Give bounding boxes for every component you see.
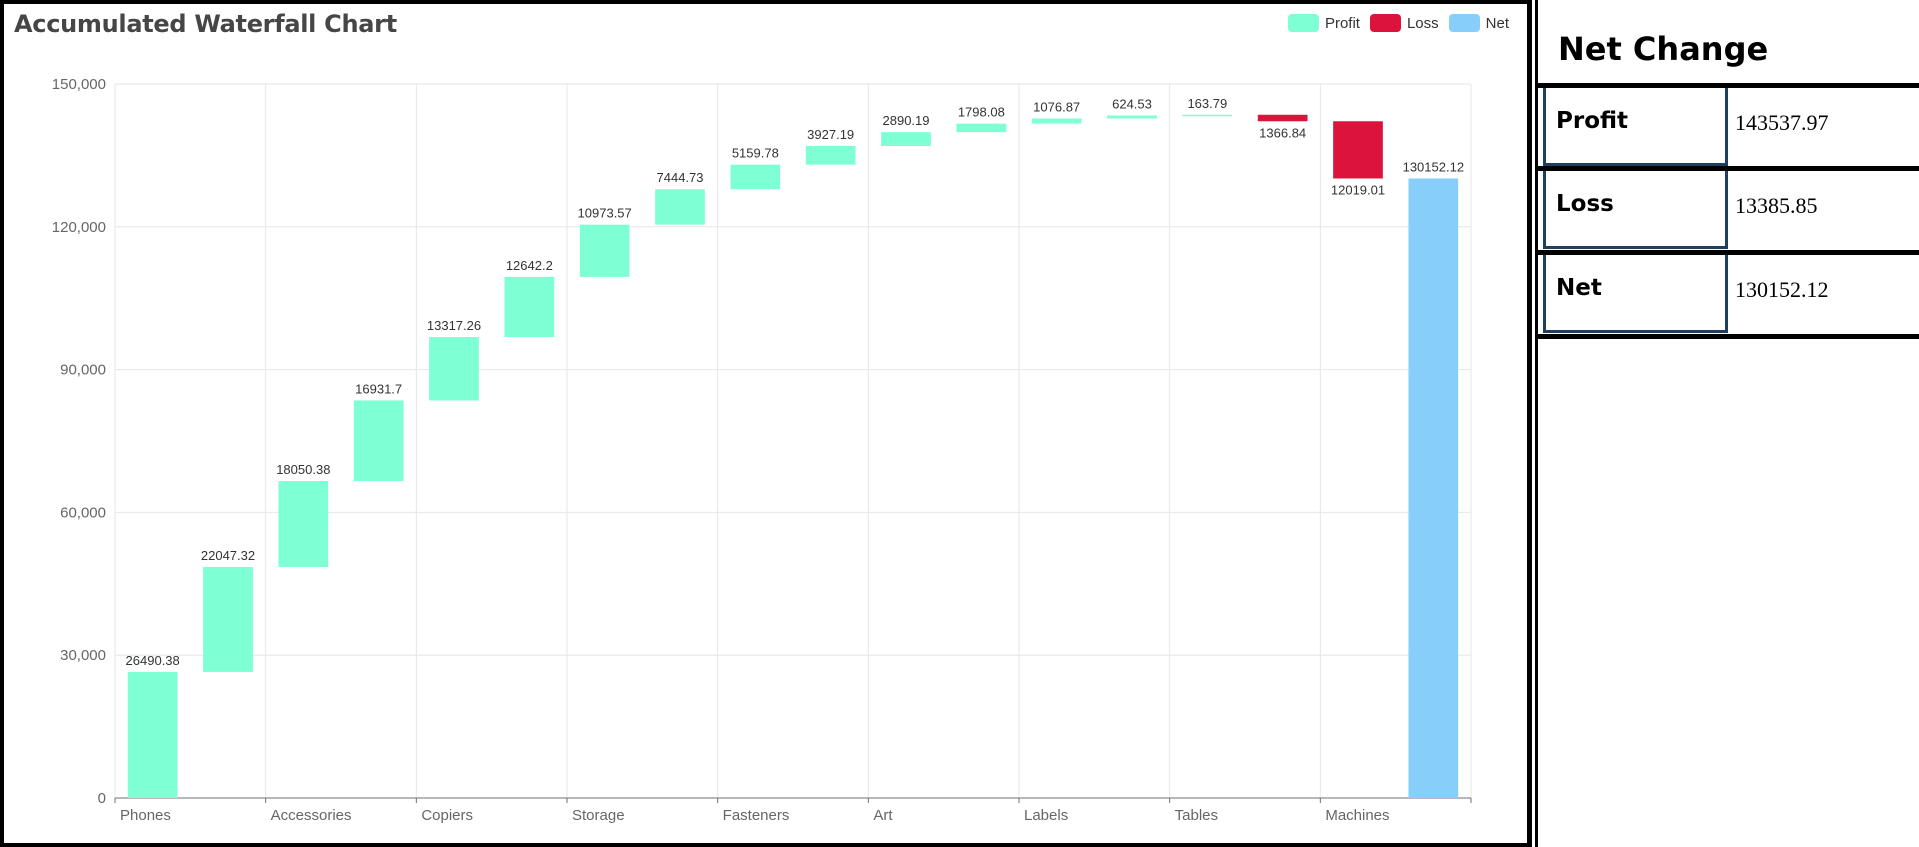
- waterfall-bar-profit: [127, 671, 178, 798]
- x-tick-label: Art: [873, 807, 893, 824]
- net-change-label: Loss: [1543, 171, 1728, 249]
- waterfall-bar-profit: [203, 566, 253, 672]
- waterfall-bar-net: [1408, 178, 1459, 799]
- net-change-value: 143537.97: [1735, 110, 1829, 135]
- x-tick-label: Phones: [120, 807, 171, 824]
- net-change-label: Profit: [1543, 88, 1728, 166]
- bar-data-label: 1798.08: [958, 105, 1005, 120]
- bar-data-label: 13317.26: [427, 318, 481, 333]
- y-tick-label: 90,000: [60, 362, 106, 379]
- x-tick-label: Accessories: [271, 807, 352, 824]
- bar-data-label: 1076.87: [1033, 100, 1080, 115]
- net-change-row-net: Net 130152.12: [1538, 250, 1919, 333]
- bar-data-label: 5159.78: [732, 146, 779, 161]
- waterfall-chart: 0 30,000 60,000 90,000 120,000 150,000 Phones A…: [52, 76, 1472, 824]
- waterfall-bar-profit: [655, 189, 705, 225]
- waterfall-bar-profit: [956, 123, 1007, 133]
- x-tick-label: Tables: [1175, 807, 1218, 824]
- bar-data-label: 1366.84: [1259, 125, 1306, 140]
- net-change-panel: Net Change Profit 143537.97 Loss 13385.8…: [1535, 0, 1919, 847]
- x-tick-label: Labels: [1024, 807, 1068, 824]
- net-change-title: Net Change: [1558, 30, 1769, 68]
- net-change-row-loss: Loss 13385.85: [1538, 166, 1919, 249]
- waterfall-bar-profit: [1031, 118, 1082, 124]
- waterfall-bar-loss: [1333, 121, 1383, 179]
- waterfall-bar-profit: [278, 481, 329, 567]
- waterfall-bar-loss: [1257, 114, 1308, 122]
- bar-data-label: 163.79: [1187, 96, 1227, 111]
- y-tick-label: 30,000: [60, 647, 106, 664]
- bar-data-label: 3927.19: [807, 127, 854, 142]
- table-bottom-rule: [1538, 334, 1919, 339]
- bar-data-label: 7444.73: [657, 170, 704, 185]
- net-change-label: Net: [1543, 255, 1728, 333]
- bar-data-label: 624.53: [1112, 97, 1152, 112]
- y-tick-label: 0: [98, 790, 106, 807]
- y-tick-label: 120,000: [52, 219, 106, 236]
- bar-data-label: 12642.2: [506, 258, 553, 273]
- waterfall-bar-profit: [579, 224, 630, 277]
- waterfall-bar-profit: [1107, 115, 1157, 119]
- bar-data-label: 130152.12: [1403, 159, 1464, 174]
- net-change-row-profit: Profit 143537.97: [1538, 83, 1919, 166]
- x-tick-label: Machines: [1325, 807, 1389, 824]
- bar-data-label: 2890.19: [883, 113, 930, 128]
- x-tick-label: Fasteners: [723, 807, 790, 824]
- waterfall-bar-profit: [504, 276, 555, 338]
- x-tick-label: Storage: [572, 807, 625, 824]
- bar-data-label: 22047.32: [201, 548, 255, 563]
- waterfall-bar-profit: [805, 145, 856, 165]
- waterfall-bar-profit: [429, 337, 479, 401]
- bar-data-label: 10973.57: [578, 206, 632, 221]
- waterfall-bar-profit: [730, 164, 781, 190]
- net-change-value: 13385.85: [1735, 193, 1818, 218]
- waterfall-bar-profit: [1182, 114, 1233, 117]
- x-tick-label: Copiers: [421, 807, 473, 824]
- net-change-value: 130152.12: [1735, 277, 1829, 302]
- y-tick-label: 60,000: [60, 504, 106, 521]
- y-tick-label: 150,000: [52, 76, 106, 93]
- waterfall-bar-profit: [881, 132, 931, 146]
- chart-panel: Accumulated Waterfall Chart Profit Loss …: [0, 0, 1532, 847]
- bar-data-label: 26490.38: [126, 653, 180, 668]
- bar-data-label: 16931.7: [355, 381, 402, 396]
- bar-data-label: 18050.38: [276, 462, 330, 477]
- bar-data-label: 12019.01: [1331, 182, 1385, 197]
- waterfall-bar-profit: [353, 400, 404, 482]
